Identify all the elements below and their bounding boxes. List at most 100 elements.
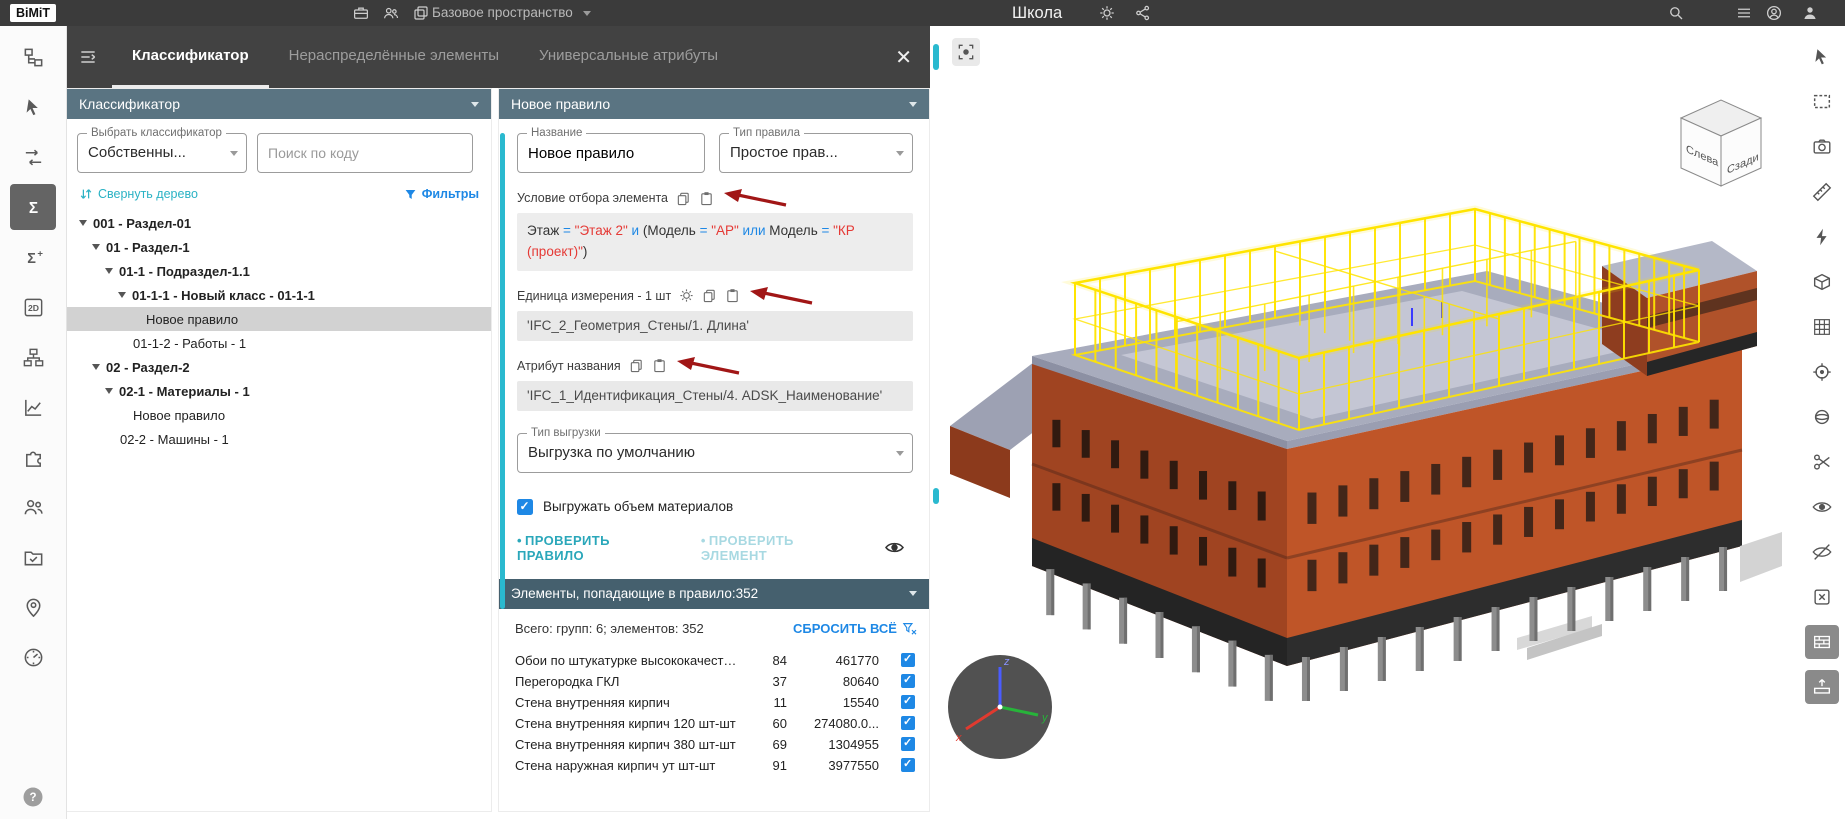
row-checkbox[interactable] <box>901 737 915 751</box>
toolbox-icon[interactable] <box>352 4 372 22</box>
paste-icon[interactable] <box>725 288 740 303</box>
view-cube[interactable]: Слева Сзади <box>1661 90 1781 200</box>
collapse-panel-icon[interactable] <box>78 47 98 67</box>
copy-space-icon[interactable] <box>412 4 432 22</box>
classifier-section-header[interactable]: Классификатор <box>67 89 491 119</box>
charts-icon[interactable] <box>10 384 56 430</box>
check-element-button[interactable]: ПРОВЕРИТЬ ЭЛЕМЕНТ <box>701 533 856 563</box>
tree-item[interactable]: 01-1-1 - Новый класс - 01-1-1 <box>67 283 491 307</box>
tab-universal-attributes[interactable]: Универсальные атрибуты <box>519 26 738 88</box>
collapse-tree-link[interactable]: Свернуть дерево <box>79 187 198 201</box>
table-row[interactable]: Стена наружная кирпич ут шт-шт913977550 <box>515 755 917 776</box>
table-row[interactable]: Стена внутренняя кирпич 380 шт-шт6913049… <box>515 734 917 755</box>
tree-item[interactable]: 02-1 - Материалы - 1 <box>67 379 491 403</box>
snapshot-icon[interactable] <box>1805 130 1839 164</box>
walls-icon[interactable] <box>1805 625 1839 659</box>
copy-icon[interactable] <box>702 288 717 303</box>
rule-name-field[interactable]: Название <box>517 133 705 173</box>
dashboard-gauge-icon[interactable] <box>10 634 56 680</box>
table-row[interactable]: Обои по штукатурке высококачественной844… <box>515 650 917 671</box>
chevron-down-icon[interactable] <box>118 292 126 298</box>
rule-section-header[interactable]: Новое правило <box>499 89 929 119</box>
users-icon[interactable] <box>10 484 56 530</box>
person-pin-icon[interactable] <box>10 584 56 630</box>
unit-attribute-value[interactable]: 'IFC_2_Геометрия_Стены/1. Длина' <box>517 311 913 341</box>
copy-icon[interactable] <box>676 191 691 206</box>
row-checkbox[interactable] <box>901 716 915 730</box>
row-checkbox[interactable] <box>901 653 915 667</box>
account-icon[interactable] <box>1765 4 1785 22</box>
row-checkbox[interactable] <box>901 758 915 772</box>
workspace-select[interactable]: Базовое пространство <box>432 0 668 26</box>
chevron-down-icon[interactable] <box>105 268 113 274</box>
tab-classifier[interactable]: Классификатор <box>112 26 269 88</box>
eye-icon[interactable] <box>884 539 905 556</box>
row-checkbox[interactable] <box>901 674 915 688</box>
search-icon[interactable] <box>1667 4 1687 22</box>
view-2d-icon[interactable]: 2D <box>10 284 56 330</box>
panel-scrollbar[interactable] <box>930 26 942 819</box>
copy-icon[interactable] <box>629 358 644 373</box>
gear-icon[interactable] <box>679 288 694 303</box>
chevron-down-icon[interactable] <box>105 388 113 394</box>
tree-item[interactable]: 02 - Раздел-2 <box>67 355 491 379</box>
filters-link[interactable]: Фильтры <box>404 187 479 201</box>
tree-item[interactable]: 001 - Раздел-01 <box>67 211 491 235</box>
row-checkbox[interactable] <box>901 695 915 709</box>
code-search-input[interactable] <box>257 133 473 173</box>
focus-model-icon[interactable] <box>952 38 980 66</box>
section-plane-icon[interactable] <box>1805 670 1839 704</box>
paste-icon[interactable] <box>699 191 714 206</box>
table-row[interactable]: Стена внутренняя кирпич1115540 <box>515 692 917 713</box>
table-row[interactable]: Перегородка ГКЛ3780640 <box>515 671 917 692</box>
vertical-scrollbar[interactable] <box>500 133 505 609</box>
export-type-select[interactable]: Тип выгрузки Выгрузка по умолчанию <box>517 433 913 473</box>
results-section-header[interactable]: Элементы, попадающие в правило:352 <box>499 579 929 609</box>
tree-item-selected[interactable]: Новое правило <box>67 307 491 331</box>
condition-expression[interactable]: Этаж = "Этаж 2" и (Модель = "АР" или Мод… <box>517 213 913 271</box>
help-button[interactable]: ? <box>21 785 45 809</box>
select-icon[interactable] <box>1805 40 1839 74</box>
clip-box-icon[interactable] <box>1805 265 1839 299</box>
chevron-down-icon[interactable] <box>79 220 87 226</box>
rules-sigma-icon[interactable]: Σ <box>10 184 56 230</box>
menu-icon[interactable] <box>1735 4 1755 22</box>
show-icon[interactable] <box>1805 490 1839 524</box>
tree-item[interactable]: Новое правило <box>67 403 491 427</box>
tree-item[interactable]: 01-1 - Подраздел-1.1 <box>67 259 491 283</box>
tree-item[interactable]: 01-1-2 - Работы - 1 <box>67 331 491 355</box>
chevron-down-icon[interactable] <box>92 364 100 370</box>
team-icon[interactable] <box>382 4 402 22</box>
orbit-icon[interactable] <box>1805 400 1839 434</box>
window-select-icon[interactable] <box>1805 85 1839 119</box>
close-icon[interactable]: ✕ <box>895 45 912 70</box>
clear-selection-icon[interactable] <box>1805 580 1839 614</box>
reset-all-link[interactable]: СБРОСИТЬ ВСЁ <box>793 621 917 636</box>
cut-icon[interactable] <box>1805 445 1839 479</box>
tree-item[interactable]: 02-2 - Машины - 1 <box>67 427 491 451</box>
tree-item[interactable]: 01 - Раздел-1 <box>67 235 491 259</box>
rule-name-input[interactable] <box>518 134 724 172</box>
quick-tools-icon[interactable] <box>1805 220 1839 254</box>
axis-gizmo[interactable]: z x y <box>944 651 1056 763</box>
classifier-tree-icon[interactable] <box>10 34 56 80</box>
rule-type-select[interactable]: Тип правила Простое прав... <box>719 133 913 173</box>
classifier-select[interactable]: Выбрать классификатор Собственны... <box>77 133 247 173</box>
check-rule-button[interactable]: ПРОВЕРИТЬ ПРАВИЛО <box>517 533 673 563</box>
sigma-add-icon[interactable]: Σ+ <box>10 234 56 280</box>
plugins-icon[interactable] <box>10 434 56 480</box>
name-attribute-value[interactable]: 'IFC_1_Идентификация_Стены/4. ADSK_Наиме… <box>517 381 913 411</box>
structure-icon[interactable] <box>10 334 56 380</box>
paste-icon[interactable] <box>652 358 667 373</box>
focus-icon[interactable] <box>1805 355 1839 389</box>
chevron-down-icon[interactable] <box>92 244 100 250</box>
hide-icon[interactable] <box>1805 535 1839 569</box>
select-tool-icon[interactable] <box>10 84 56 130</box>
projects-folder-icon[interactable] <box>10 534 56 580</box>
gear-icon[interactable] <box>1098 4 1118 22</box>
tab-unallocated-elements[interactable]: Нераспределённые элементы <box>269 26 519 88</box>
materials-checkbox[interactable] <box>517 499 533 515</box>
share-icon[interactable] <box>1134 4 1154 22</box>
grid-icon[interactable] <box>1805 310 1839 344</box>
user-icon[interactable] <box>1801 4 1821 22</box>
